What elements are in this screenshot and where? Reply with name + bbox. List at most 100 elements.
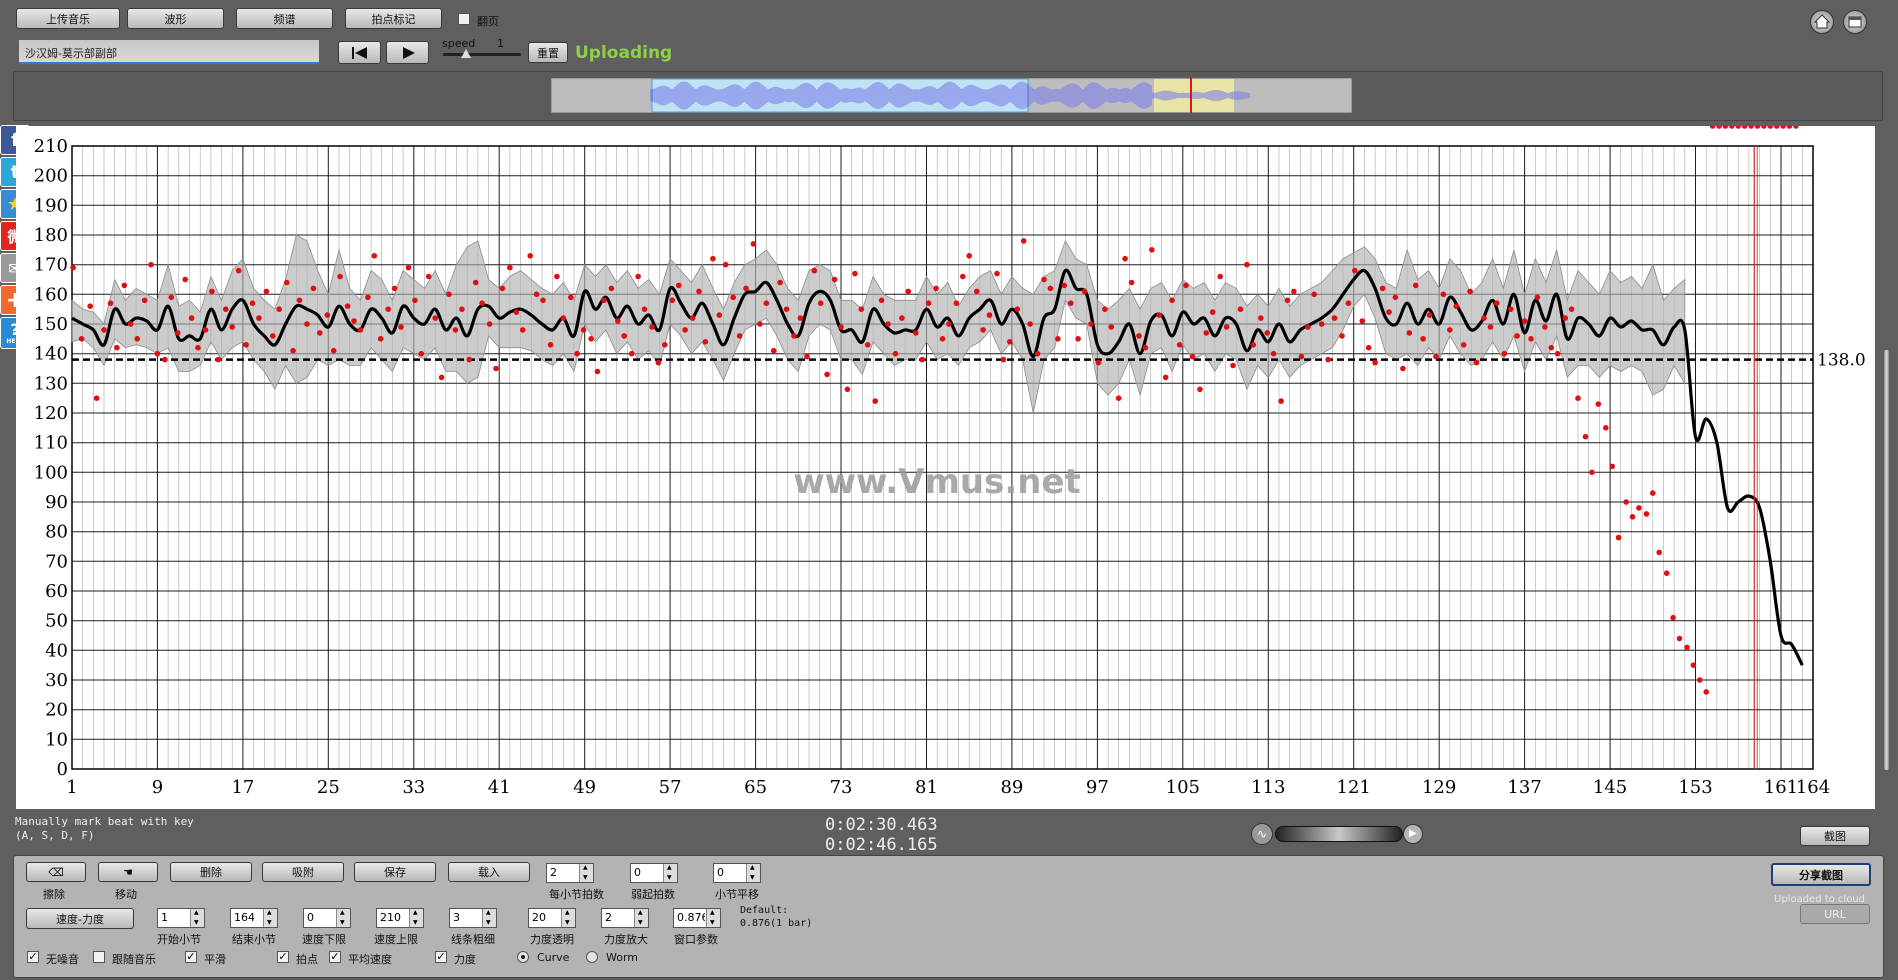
beat-point[interactable] [621,333,627,339]
beat-point[interactable] [1007,339,1013,345]
beat-point[interactable] [580,327,587,333]
beat-point[interactable] [811,267,818,274]
beat-point[interactable] [1020,238,1027,244]
beat-point[interactable] [418,350,425,357]
beat-point[interactable] [899,315,905,321]
move-button[interactable]: ☚ [98,862,158,882]
beat-point[interactable] [1780,126,1786,129]
snap-button[interactable]: 吸附 [262,862,344,882]
beat-point[interactable] [973,288,980,295]
right-scrollbar[interactable] [1884,350,1889,770]
overview-viewport[interactable] [1154,79,1234,112]
beat-point[interactable] [1223,324,1230,330]
beat-point[interactable] [1014,306,1021,312]
beat-point[interactable] [1291,288,1297,295]
beat-point[interactable] [70,264,76,271]
screenshot-button[interactable]: 截图 [1800,826,1870,846]
beat-point[interactable] [1729,126,1735,129]
beat-point[interactable] [1754,126,1761,129]
reset-button[interactable]: 重置 [528,42,568,63]
chart-panel[interactable]: 138.0 0 10 20 30 40 50 60 70 80 90 100 110 120 130 140 1… [16,126,1875,809]
beat-point[interactable] [235,267,242,274]
play-button[interactable] [386,41,429,64]
beat-point[interactable] [1481,315,1487,321]
tempo-max-spinner[interactable] [409,909,423,927]
beat-point[interactable] [1741,126,1748,129]
bar-shift-spinner[interactable] [746,864,760,882]
waveform-overview[interactable] [551,78,1352,113]
beat-point[interactable] [1420,336,1426,342]
save-button[interactable]: 保存 [354,862,436,882]
beat-point[interactable] [1386,309,1392,315]
beat-point[interactable] [966,253,972,259]
beat-point[interactable] [649,324,655,330]
tempo-min-input[interactable]: 0 [303,908,351,928]
beat-point[interactable] [425,273,432,280]
beat-point[interactable] [493,365,499,372]
window-param-input[interactable]: 0.876 [673,908,721,928]
beat-point[interactable] [101,327,107,333]
beat-point[interactable] [892,350,899,357]
beat-point[interactable] [1372,359,1378,366]
url-button[interactable]: URL [1800,904,1870,924]
beat-point[interactable] [669,297,676,304]
beat-point[interactable] [568,294,574,301]
beat-point[interactable] [1761,126,1767,129]
beat-point[interactable] [960,273,966,280]
beat-point[interactable] [141,297,148,304]
beat-point[interactable] [1000,356,1007,363]
beat-point[interactable] [1650,490,1656,496]
beat-point[interactable] [1162,374,1169,381]
end-bar-spinner[interactable] [263,909,277,927]
beat-point[interactable] [608,285,615,292]
beat-point[interactable] [188,315,195,321]
beat-point[interactable] [682,327,688,333]
tempo-chart[interactable]: 138.001020304050607080901001101201301401… [16,126,1875,809]
beat-point[interactable] [1041,276,1047,283]
beat-point[interactable] [1554,350,1561,357]
beat-point[interactable] [864,342,871,348]
beat-point[interactable] [479,300,485,306]
beat-point[interactable] [628,350,635,357]
beat-point[interactable] [223,306,229,312]
beat-point[interactable] [750,241,757,247]
beat-point[interactable] [87,303,93,309]
beat-point[interactable] [1088,321,1094,327]
beat-point[interactable] [1670,614,1676,621]
beat-point[interactable] [1067,300,1074,306]
beat-point[interactable] [1136,333,1142,339]
beat-point[interactable] [337,273,343,280]
tempo-force-button[interactable]: 速度-力度 [26,908,134,929]
erase-button[interactable]: ⌫ [26,862,86,882]
beat-point[interactable] [736,333,743,339]
beat-point[interactable] [1690,662,1697,668]
beat-point[interactable] [1047,285,1054,292]
waveform-button[interactable]: 波形 [127,8,224,29]
beat-point[interactable] [1392,294,1399,301]
beat-point[interactable] [134,336,140,342]
beat-point[interactable] [844,386,851,393]
beat-point[interactable] [304,321,310,327]
beat-point[interactable] [1786,126,1793,129]
beat-point[interactable] [1345,300,1352,306]
beat-point[interactable] [594,368,601,375]
window-param-spinner[interactable] [706,909,720,927]
volume-control[interactable]: ∿ ▶ [1251,823,1426,845]
beat-point[interactable] [127,321,134,327]
weak-beats-spinner[interactable] [663,864,677,882]
beat-point[interactable] [1735,126,1741,129]
beat-point[interactable] [1183,282,1189,289]
beat-point[interactable] [513,309,520,315]
volume-slider[interactable] [1275,826,1403,842]
beat-point[interactable] [1623,499,1629,505]
beat-point[interactable] [290,347,296,354]
beat-point[interactable] [730,294,736,301]
beat-point[interactable] [980,327,986,333]
smooth-checkbox[interactable]: ✓ [185,951,197,963]
avg-tempo-checkbox[interactable]: ✓ [329,951,341,963]
beat-point[interactable] [547,342,554,348]
beat-point[interactable] [1562,315,1568,321]
beat-point[interactable] [1767,126,1774,129]
beat-point[interactable] [986,312,993,318]
beat-point[interactable] [1582,433,1589,440]
